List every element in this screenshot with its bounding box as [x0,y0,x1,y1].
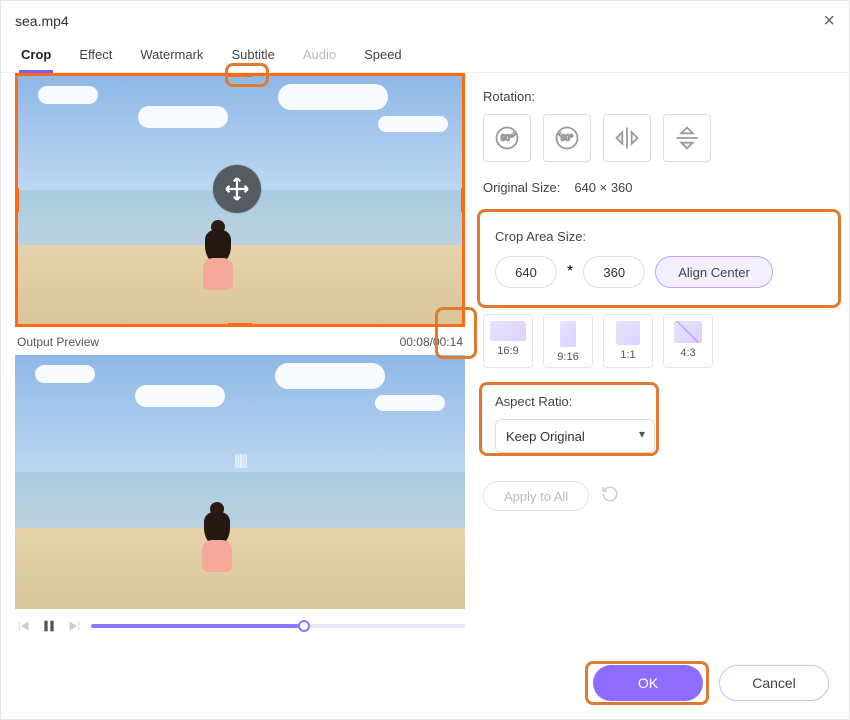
titlebar: sea.mp4 × [1,1,849,39]
ok-button[interactable]: OK [593,665,703,701]
prev-button[interactable] [15,617,33,635]
reset-icon[interactable] [601,485,619,508]
crop-width-input[interactable] [495,256,557,288]
tab-effect[interactable]: Effect [77,39,114,72]
original-size-label: Original Size: [483,180,560,195]
rotation-label: Rotation: [483,89,835,104]
flip-vertical-button[interactable] [663,114,711,162]
apply-to-all-button[interactable]: Apply to All [483,481,589,511]
ratio-16-9-button[interactable]: 16:9 [483,314,533,368]
tab-speed[interactable]: Speed [362,39,404,72]
ratio-1-1-button[interactable]: 1:1 [603,314,653,368]
original-size-value: 640 × 360 [574,180,632,195]
output-preview: ⦀⦀ [15,355,465,609]
playback-controls [15,617,465,635]
tab-watermark[interactable]: Watermark [138,39,205,72]
ratio-4-3-button[interactable]: 4:3 [663,314,713,368]
crop-preview[interactable]: ⦀⦀ [15,73,465,327]
svg-text:90°: 90° [561,133,573,142]
window-title: sea.mp4 [15,13,69,29]
crop-area-label: Crop Area Size: [495,229,823,244]
output-preview-label: Output Preview [17,335,99,349]
cancel-button[interactable]: Cancel [719,665,829,701]
seek-bar[interactable] [91,624,465,628]
ratio-presets: 16:99:161:14:3 [483,314,835,368]
tab-subtitle[interactable]: Subtitle [229,39,276,72]
flip-horizontal-button[interactable] [603,114,651,162]
next-button[interactable] [65,617,83,635]
tab-bar: Crop Effect Watermark Subtitle Audio Speed [1,39,849,73]
tab-crop[interactable]: Crop [19,39,53,72]
align-center-button[interactable]: Align Center [655,256,773,288]
crop-height-input[interactable] [583,256,645,288]
timecode: 00:08/00:14 [400,335,463,349]
tab-audio: Audio [301,39,338,72]
ratio-9-16-button[interactable]: 9:16 [543,314,593,368]
close-icon[interactable]: × [823,11,835,31]
resize-grip-icon: ⦀⦀ [234,452,246,473]
dimension-separator: * [567,263,573,281]
crop-dialog: sea.mp4 × Crop Effect Watermark Subtitle Aud… [0,0,850,720]
aspect-ratio-select[interactable]: Keep Original [495,419,655,453]
rotate-ccw-button[interactable]: 90° [543,114,591,162]
aspect-ratio-label: Aspect Ratio: [495,394,823,409]
svg-text:90°: 90° [501,133,513,142]
rotate-cw-button[interactable]: 90° [483,114,531,162]
pause-button[interactable] [41,618,57,634]
